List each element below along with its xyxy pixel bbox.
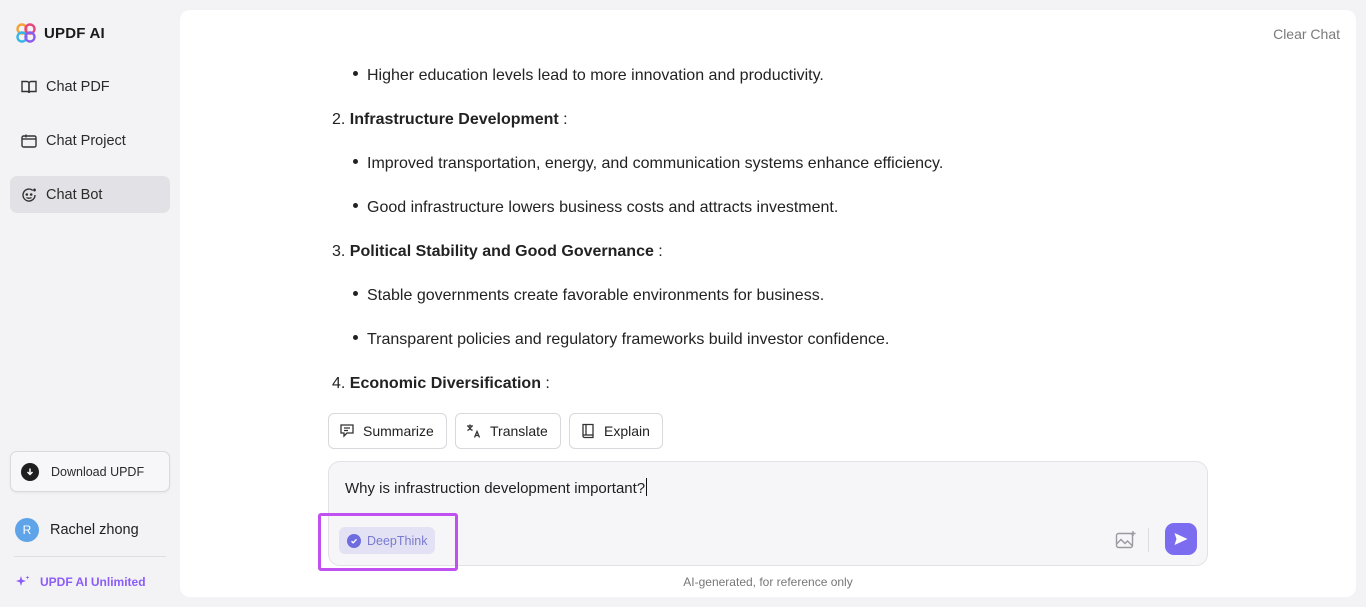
translate-button[interactable]: Translate (455, 413, 561, 449)
translate-icon (467, 424, 481, 438)
sidebar-item-chat-pdf[interactable]: Chat PDF (10, 68, 170, 105)
send-icon (1174, 533, 1188, 545)
list-item: Good infrastructure lowers business cost… (353, 199, 838, 217)
check-circle-icon (347, 533, 361, 548)
sidebar-item-label: Chat Bot (46, 186, 103, 203)
list-number: 2. (332, 111, 346, 128)
brand-name: UPDF AI (44, 24, 105, 42)
deepthink-label: DeepThink (367, 533, 428, 548)
summarize-button[interactable]: Summarize (328, 413, 447, 449)
sidebar-item-label: Chat Project (46, 132, 126, 149)
user-profile[interactable]: R Rachel zhong (15, 518, 139, 542)
sparkle-icon (16, 575, 30, 586)
list-suffix: : (558, 111, 568, 128)
chat-input-value: Why is infrastruction development import… (345, 480, 646, 497)
explain-label: Explain (604, 423, 650, 439)
explain-button[interactable]: Explain (569, 413, 663, 449)
bot-face-icon (22, 187, 36, 202)
chat-input-text[interactable]: Why is infrastruction development import… (345, 478, 648, 497)
image-upload-icon[interactable] (1115, 530, 1137, 550)
list-item: 4. Economic Diversification : (332, 375, 550, 393)
download-updf-button[interactable]: Download UPDF (10, 451, 170, 492)
list-suffix: : (653, 243, 663, 260)
input-divider (1148, 528, 1149, 552)
book-open-icon (21, 80, 37, 93)
sidebar-item-label: Chat PDF (46, 78, 110, 95)
list-item: Stable governments create favorable envi… (353, 287, 824, 305)
sidebar: UPDF AI Chat PDF Chat Project Chat Bot D… (0, 0, 180, 607)
chat-panel: Clear Chat Higher education levels lead … (180, 10, 1356, 597)
sidebar-item-chat-bot[interactable]: Chat Bot (10, 176, 170, 213)
summarize-icon (340, 424, 354, 438)
user-name: Rachel zhong (50, 522, 139, 538)
list-number: 4. (332, 375, 346, 392)
download-label: Download UPDF (51, 464, 145, 479)
list-item: 3. Political Stability and Good Governan… (332, 243, 663, 261)
chat-input[interactable]: Why is infrastruction development import… (328, 461, 1208, 566)
deepthink-toggle[interactable]: DeepThink (339, 527, 436, 554)
list-title: Infrastructure Development (349, 111, 559, 128)
send-button[interactable] (1165, 523, 1197, 555)
text-caret (646, 478, 648, 496)
list-title: Economic Diversification (349, 375, 541, 392)
list-suffix: : (540, 375, 550, 392)
updf-logo-icon (16, 23, 36, 43)
chat-message: Higher education levels lead to more inn… (330, 10, 1130, 400)
updf-ai-unlimited-link[interactable]: UPDF AI Unlimited (15, 574, 146, 590)
unlimited-label: UPDF AI Unlimited (40, 575, 146, 589)
list-title: Political Stability and Good Governance (349, 243, 654, 260)
folder-icon (21, 134, 37, 148)
sidebar-item-chat-project[interactable]: Chat Project (10, 122, 170, 159)
disclaimer: AI-generated, for reference only (683, 575, 853, 589)
book-icon (582, 423, 594, 439)
clear-chat-button[interactable]: Clear Chat (1273, 26, 1340, 42)
list-item: 2. Infrastructure Development : (332, 111, 568, 129)
summarize-label: Summarize (363, 423, 434, 439)
list-item: Improved transportation, energy, and com… (353, 155, 943, 173)
download-icon (21, 462, 39, 481)
translate-label: Translate (490, 423, 548, 439)
brand[interactable]: UPDF AI (16, 23, 105, 43)
list-item: Transparent policies and regulatory fram… (353, 331, 889, 349)
list-item: Higher education levels lead to more inn… (353, 67, 824, 85)
sidebar-divider (14, 556, 166, 557)
avatar: R (15, 518, 39, 542)
list-number: 3. (332, 243, 346, 260)
